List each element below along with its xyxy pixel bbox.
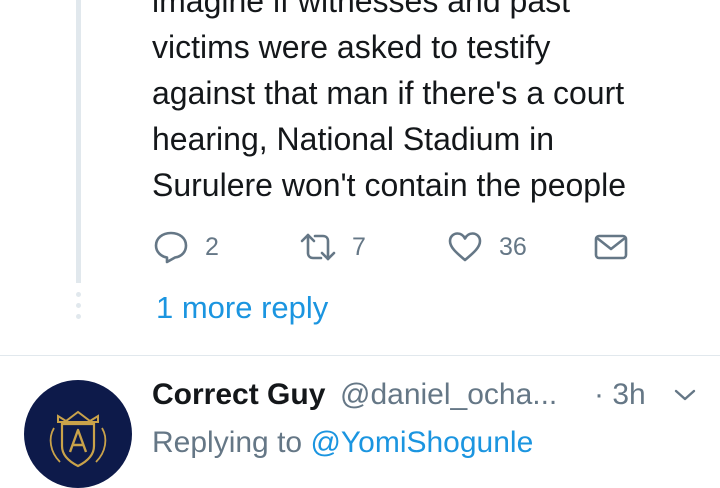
direct-message-button[interactable] <box>594 224 628 270</box>
retweet-button[interactable]: 7 <box>300 224 366 270</box>
thread-dot <box>76 292 81 297</box>
tweet-actions: 2 7 36 <box>0 224 720 270</box>
divider <box>0 355 720 356</box>
tweet-time[interactable]: · 3h <box>594 378 646 412</box>
tweet-text-line: hearing, National Stadium in <box>152 121 555 157</box>
more-replies-link[interactable]: 1 more reply <box>156 290 328 326</box>
reply-header: Correct Guy @daniel_ocha... · 3h <box>152 378 712 418</box>
tweet-text-line: victims were asked to testify <box>152 29 551 65</box>
tweet-text-line: against that man if there's a court <box>152 75 625 111</box>
author-name[interactable]: Correct Guy <box>152 378 325 412</box>
replying-to: Replying to @YomiShogunle <box>152 426 533 460</box>
reply-icon <box>153 230 189 264</box>
like-icon <box>447 231 483 263</box>
replying-to-label: Replying to <box>152 426 303 459</box>
author-handle[interactable]: @daniel_ocha... <box>340 378 557 412</box>
replying-to-mention[interactable]: @YomiShogunle <box>310 426 533 459</box>
reply-count: 2 <box>205 232 219 261</box>
avatar[interactable] <box>24 380 132 488</box>
tweet-text: imagine if witnesses and past victims we… <box>152 0 712 208</box>
direct-message-icon <box>594 233 628 261</box>
retweet-icon <box>300 231 336 263</box>
thread-dot <box>76 303 81 308</box>
avatar-crest-icon <box>49 410 107 468</box>
thread-dot <box>76 314 81 319</box>
retweet-count: 7 <box>352 232 366 261</box>
like-count: 36 <box>499 232 527 261</box>
reply-button[interactable]: 2 <box>153 224 219 270</box>
tweet-text-line: imagine if witnesses and past <box>152 0 570 19</box>
chevron-down-icon[interactable] <box>672 386 698 409</box>
tweet-text-line: Surulere won't contain the people <box>152 167 626 203</box>
like-button[interactable]: 36 <box>447 224 527 270</box>
